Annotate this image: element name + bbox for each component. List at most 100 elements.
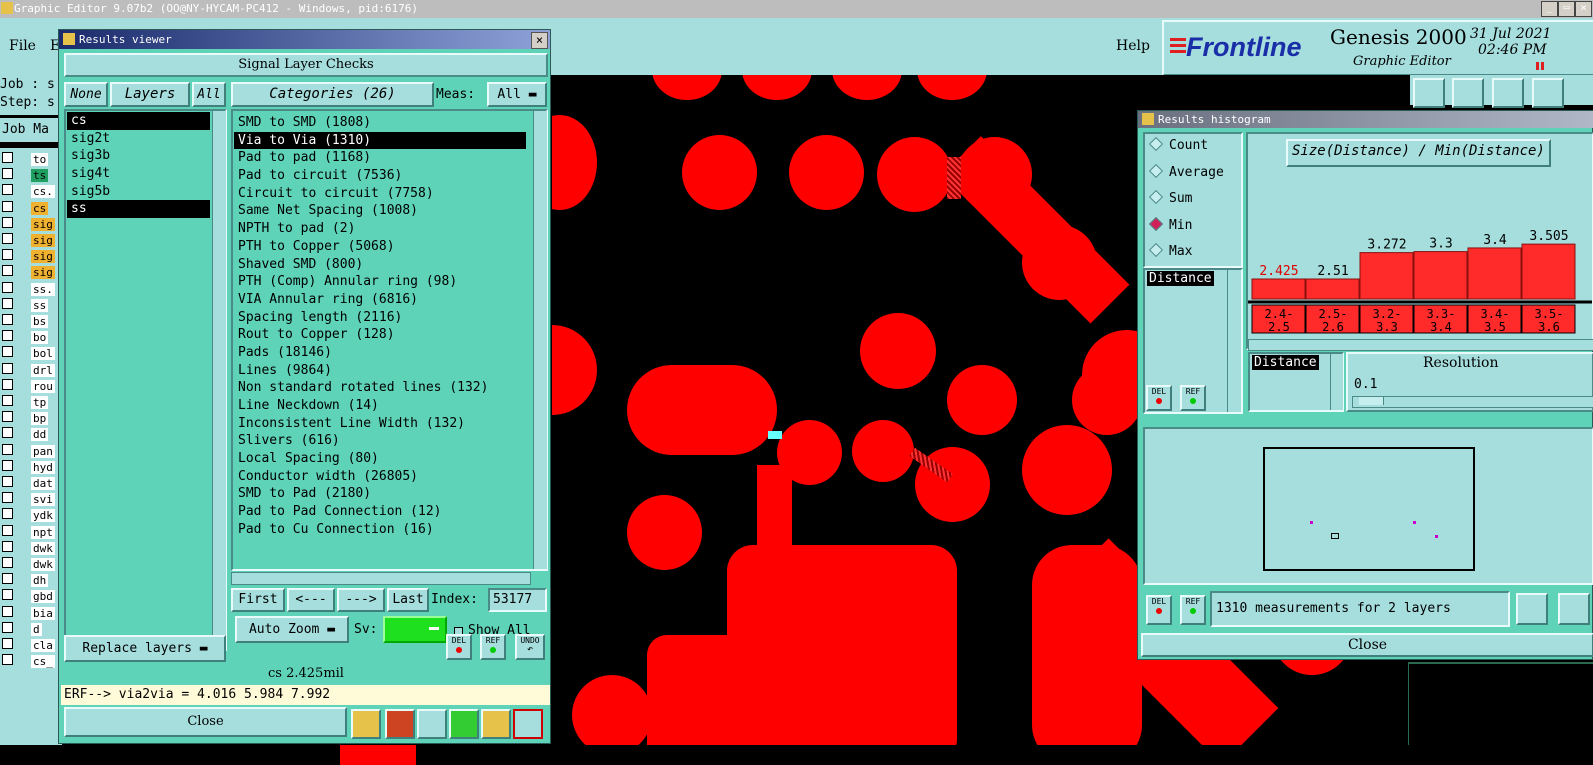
category-list-item[interactable]: NPTH to pad (2) [234, 220, 526, 238]
first-button[interactable]: First [231, 588, 285, 612]
category-list-item[interactable]: Pad to pad (1168) [234, 149, 526, 167]
histogram-tool-icon[interactable] [513, 709, 543, 739]
category-list-item[interactable]: Circuit to circuit (7758) [234, 185, 526, 203]
layer-checkbox[interactable] [2, 330, 13, 342]
mode-option-max[interactable]: Max [1148, 242, 1192, 264]
results-viewer-close-button[interactable]: Close [64, 707, 347, 737]
category-list-item[interactable]: Spacing length (2116) [234, 309, 526, 327]
matrix-layer-row[interactable]: sig [2, 249, 55, 264]
meas-dropdown[interactable]: All ▬ [487, 82, 547, 107]
matrix-layer-row[interactable]: to [2, 152, 49, 166]
category-list-item[interactable]: Via to Via (1310) [234, 131, 526, 150]
matrix-layer-row[interactable]: rou [2, 378, 55, 393]
histogram-bar[interactable] [1467, 247, 1522, 300]
layer-checkbox[interactable] [2, 314, 13, 325]
sv-color-dropdown[interactable] [383, 616, 447, 643]
radio-icon[interactable] [1148, 216, 1164, 231]
layer-checkbox[interactable] [2, 492, 13, 504]
category-list-item[interactable]: VIA Annular ring (6816) [234, 291, 526, 309]
matrix-layer-row[interactable]: bp [2, 411, 49, 426]
layer-checkbox[interactable] [2, 605, 13, 617]
restore-button[interactable]: ▭ [1558, 1, 1575, 17]
histogram-bar[interactable] [1305, 278, 1360, 300]
layer-checkbox[interactable] [2, 443, 13, 455]
matrix-layer-row[interactable]: cs_ [2, 654, 55, 669]
category-list-item[interactable]: Pads (18146) [234, 344, 526, 362]
close-app-button[interactable]: × [1575, 1, 1592, 17]
category-list-item[interactable]: Local Spacing (80) [234, 450, 526, 468]
layer-checkbox[interactable] [2, 621, 13, 633]
layers-button[interactable]: Layers [110, 82, 190, 107]
chart-settings-icon[interactable] [1516, 593, 1548, 625]
categories-button[interactable]: Categories (26) [231, 82, 434, 107]
layer-checkbox[interactable] [2, 508, 13, 520]
replace-layers-dropdown[interactable]: Replace layers ▬ [64, 635, 226, 662]
category-list-item[interactable]: Line Neckdown (14) [234, 397, 526, 415]
categories-scrollbar[interactable] [533, 111, 547, 569]
layer-list-item[interactable]: sig2t [67, 130, 210, 148]
layer-checkbox[interactable] [2, 378, 13, 390]
matrix-layer-row[interactable]: cs. [2, 184, 55, 199]
matrix-layer-row[interactable]: drl [2, 362, 55, 377]
radio-icon[interactable] [1148, 242, 1164, 258]
layer-checkbox[interactable] [2, 265, 13, 277]
toolbar-home-icon[interactable] [1492, 78, 1524, 108]
matrix-layer-row[interactable]: ss [2, 297, 49, 312]
matrix-layer-row[interactable]: dat [2, 476, 55, 490]
toolbar-layout-icon[interactable] [1532, 78, 1564, 108]
layer-list-item[interactable]: cs [67, 112, 210, 130]
menu-help[interactable]: Help [1116, 38, 1150, 54]
layer-checkbox[interactable] [2, 233, 13, 244]
ref-button[interactable]: REF [480, 634, 506, 660]
category-list-item[interactable]: Rout to Copper (128) [234, 326, 526, 344]
matrix-layer-row[interactable]: npt [2, 524, 55, 539]
mode-option-sum[interactable]: Sum [1148, 189, 1192, 211]
layer-checkbox[interactable] [2, 589, 13, 601]
category-list-item[interactable]: Pad to circuit (7536) [234, 167, 526, 185]
matrix-layer-row[interactable]: dh [2, 573, 49, 588]
last-button[interactable]: Last [387, 588, 429, 612]
resolution-item-list[interactable]: Distance [1248, 352, 1344, 412]
menu-file[interactable]: File [9, 38, 36, 54]
layer-checkbox[interactable] [2, 200, 13, 212]
category-list-item[interactable]: Slivers (616) [234, 432, 526, 450]
matrix-layer-row[interactable]: dd [2, 427, 49, 442]
layer-checkbox[interactable] [2, 524, 13, 536]
matrix-layer-row[interactable]: pan [2, 443, 55, 458]
histogram-bar[interactable] [1359, 252, 1414, 300]
matrix-layer-row[interactable]: bs [2, 314, 49, 328]
export-icon[interactable] [1558, 593, 1590, 625]
mode-option-count[interactable]: Count [1148, 136, 1208, 158]
categories-hscrollbar[interactable] [231, 572, 531, 585]
category-list-item[interactable]: Non standard rotated lines (132) [234, 379, 526, 397]
histogram-bar[interactable] [1413, 251, 1468, 300]
mode-option-min[interactable]: Min [1148, 216, 1192, 238]
matrix-layer-row[interactable]: dwk [2, 557, 55, 571]
radio-icon[interactable] [1148, 189, 1164, 205]
numeric-tool-icon[interactable] [449, 709, 479, 739]
layer-checkbox[interactable] [2, 573, 13, 585]
histogram-close-button[interactable]: Close [1141, 633, 1593, 657]
category-list-item[interactable]: Pad to Pad Connection (12) [234, 503, 526, 521]
layer-checkbox[interactable] [2, 638, 13, 649]
all-layers-button[interactable]: All [192, 82, 226, 107]
matrix-layer-row[interactable]: sig [2, 233, 55, 247]
layer-checkbox[interactable] [2, 427, 13, 439]
layer-checkbox[interactable] [2, 168, 13, 180]
layer-checkbox[interactable] [2, 297, 13, 309]
categories-list[interactable]: SMD to SMD (1808) Via to Via (1310) Pad to… [231, 109, 548, 571]
matrix-layer-row[interactable]: dwk [2, 540, 55, 555]
category-list-item[interactable]: Pad to Cu Connection (16) [234, 521, 526, 539]
matrix-layer-row[interactable]: bia [2, 605, 55, 620]
layer-list-item[interactable]: ss [67, 200, 210, 219]
del-button[interactable]: DEL [446, 634, 472, 660]
toolbar-print-icon[interactable] [1452, 78, 1484, 108]
histogram-bar[interactable] [1251, 278, 1306, 300]
layers-list[interactable]: cs sig2t sig3b sig4t sig5b ss [64, 109, 227, 651]
toolbar-upload-icon[interactable] [1413, 78, 1445, 108]
category-list-item[interactable]: Conductor width (26805) [234, 468, 526, 486]
auto-zoom-dropdown[interactable]: Auto Zoom ▬ [235, 616, 349, 643]
undo-button[interactable]: UNDO ↶ [515, 634, 545, 660]
hist-del-button[interactable]: DEL [1146, 385, 1172, 411]
index-field[interactable]: 53177 [488, 588, 547, 612]
